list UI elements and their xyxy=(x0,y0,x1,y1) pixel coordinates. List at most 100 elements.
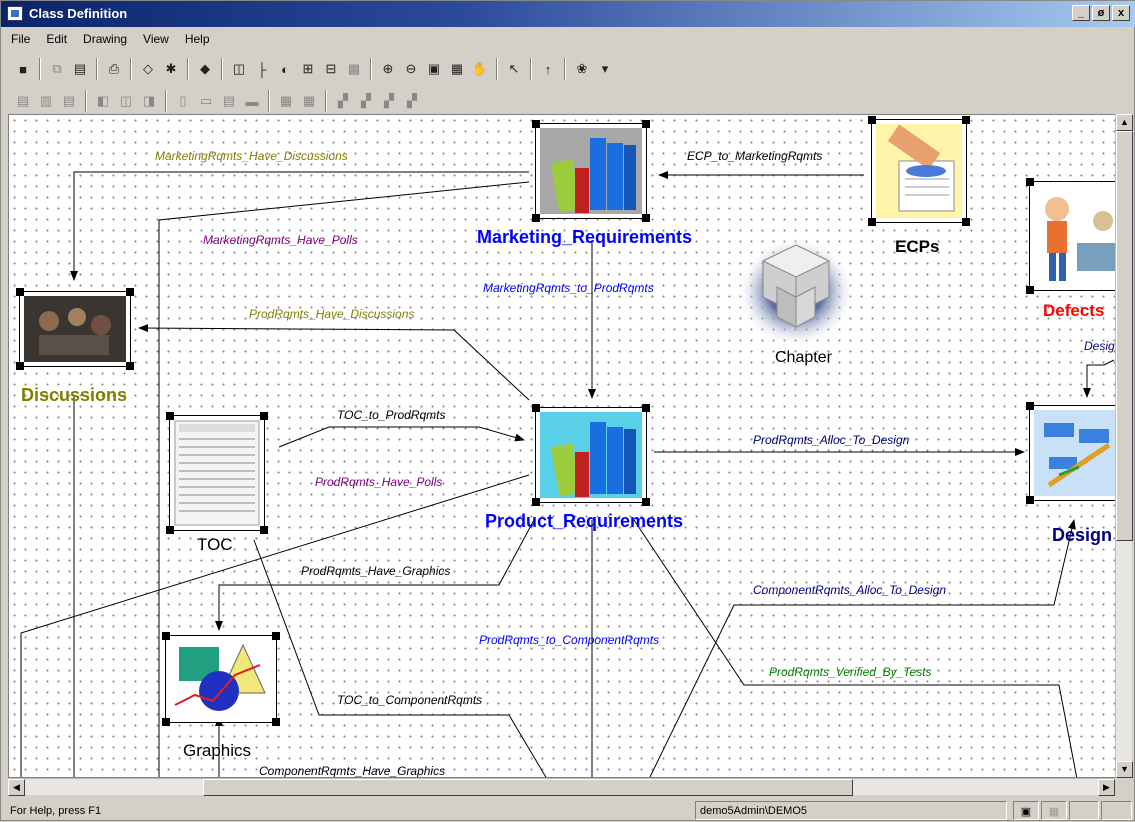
same-height-icon[interactable]: ▯ xyxy=(173,91,193,111)
menu-file[interactable]: File xyxy=(1,29,36,49)
document-stamp-icon xyxy=(870,118,968,224)
status-empty-pane xyxy=(1101,801,1132,820)
relation-label[interactable]: Desig xyxy=(1084,339,1115,353)
node-design[interactable] xyxy=(1026,402,1120,506)
properties-icon[interactable]: ◫ xyxy=(229,59,249,79)
star-icon[interactable]: ✱ xyxy=(161,59,181,79)
node-label-ecps: ECPs xyxy=(895,237,940,256)
status-bar: For Help, press F1 demo5Admin\DEMO5 ▣ ▦ xyxy=(1,799,1135,822)
node-chapter[interactable] xyxy=(737,237,855,352)
close-button[interactable]: x xyxy=(1112,5,1130,21)
horizontal-scrollbar[interactable]: ◀ ▶ xyxy=(8,778,1115,796)
tree-icon[interactable]: ├ xyxy=(252,59,272,79)
status-user: demo5Admin\DEMO5 xyxy=(695,801,1007,820)
blueprint-icon xyxy=(1028,404,1120,502)
layout2-icon[interactable]: ▞ xyxy=(356,91,376,111)
scroll-up-button[interactable]: ▲ xyxy=(1116,114,1133,131)
paste-icon[interactable]: ▤ xyxy=(70,59,90,79)
align-right-icon[interactable]: ◨ xyxy=(139,91,159,111)
menu-help[interactable]: Help xyxy=(175,29,216,49)
diagram-canvas[interactable]: Marketing_Requirements ECPs Defects Chap… xyxy=(8,114,1121,778)
space-icon[interactable]: ▬ xyxy=(242,91,262,111)
settings-icon[interactable]: ▩ xyxy=(344,59,364,79)
menu-view[interactable]: View xyxy=(133,29,175,49)
eraser-icon[interactable]: ◇ xyxy=(138,59,158,79)
align-toolbar: ▤ ▥ ▤ ◧ ◫ ◨ ▯ ▭ ▤ ▬ ▦ ▦ ▞ ▞ ▞ ▞ xyxy=(7,85,422,117)
status-help-text: For Help, press F1 xyxy=(10,805,102,817)
menu-drawing[interactable]: Drawing xyxy=(73,29,133,49)
book-icon[interactable]: ◆ xyxy=(195,59,215,79)
cube-stack-icon xyxy=(737,237,855,347)
node-label-toc: TOC xyxy=(197,535,233,554)
chevron-down-icon[interactable]: ▾ xyxy=(595,59,615,79)
layout1-icon[interactable]: ▞ xyxy=(333,91,353,111)
graphics-icon xyxy=(164,634,278,724)
menu-edit[interactable]: Edit xyxy=(36,29,73,49)
align-bottom-icon[interactable]: ▤ xyxy=(59,91,79,111)
relation-label[interactable]: TOC_to_ComponentRqmts xyxy=(337,693,482,707)
align-top-icon[interactable]: ▤ xyxy=(13,91,33,111)
binoculars-icon[interactable]: ◐ xyxy=(275,59,295,79)
node-graphics[interactable] xyxy=(162,632,280,728)
main-toolbar: ■ ⧉ ▤ ⎙ ◇ ✱ ◆ ◫ ├ ◐ ⊞ ⊟ ▩ ⊕ ⊖ ▣ ▦ ✋ ↖ ↑ … xyxy=(7,53,615,85)
minimize-button[interactable]: _ xyxy=(1072,5,1090,21)
menu-bar: File Edit Drawing View Help xyxy=(1,29,1135,49)
relation-label[interactable]: MarketingRqmts_to_ProdRqmts xyxy=(483,281,654,295)
relation-label[interactable]: MarketingRqmts_Have_Polls xyxy=(203,233,358,247)
node-defects[interactable] xyxy=(1026,178,1120,296)
node-label-discussions: Discussions xyxy=(21,385,128,405)
hand-icon[interactable]: ✋ xyxy=(470,59,490,79)
relation-label[interactable]: ComponentRqmts_Have_Graphics xyxy=(259,764,445,777)
distribute-v-icon[interactable]: ▦ xyxy=(299,91,319,111)
zoom-out-icon[interactable]: ⊖ xyxy=(401,59,421,79)
relation-label[interactable]: ProdRqmts_Alloc_To_Design xyxy=(753,433,909,447)
node-discussions[interactable] xyxy=(16,288,134,372)
restore-button[interactable]: ø xyxy=(1092,5,1110,21)
collapse-icon[interactable]: ⊟ xyxy=(321,59,341,79)
save-icon[interactable]: ■ xyxy=(13,59,33,79)
same-size-icon[interactable]: ▤ xyxy=(219,91,239,111)
zoom-in-icon[interactable]: ⊕ xyxy=(378,59,398,79)
relation-label[interactable]: ProdRqmts_Verified_By_Tests xyxy=(769,665,932,679)
same-width-icon[interactable]: ▭ xyxy=(196,91,216,111)
window-title: Class Definition xyxy=(29,6,128,21)
color-palette-icon[interactable]: ❀ xyxy=(572,59,592,79)
node-label-design: Design xyxy=(1052,525,1113,545)
relation-label[interactable]: ProdRqmts_Have_Polls xyxy=(315,475,442,489)
app-icon xyxy=(7,6,23,21)
pointer-icon[interactable]: ↖ xyxy=(504,59,524,79)
layout3-icon[interactable]: ▞ xyxy=(379,91,399,111)
vertical-scroll-thumb[interactable] xyxy=(1116,131,1133,541)
expand-icon[interactable]: ⊞ xyxy=(298,59,318,79)
node-marketing-requirements[interactable] xyxy=(532,120,650,224)
relation-label[interactable]: ComponentRqmts_Alloc_To_Design xyxy=(753,583,946,597)
scroll-down-button[interactable]: ▼ xyxy=(1116,761,1133,778)
print-icon[interactable]: ⎙ xyxy=(104,59,124,79)
scroll-left-button[interactable]: ◀ xyxy=(8,779,25,796)
node-label-defects: Defects xyxy=(1043,301,1105,320)
relation-label[interactable]: ECP_to_MarketingRqmts xyxy=(687,149,822,163)
align-middle-icon[interactable]: ▥ xyxy=(36,91,56,111)
relation-label[interactable]: ProdRqmts_Have_Graphics xyxy=(301,564,450,578)
zoom-area-icon[interactable]: ▦ xyxy=(447,59,467,79)
scroll-right-button[interactable]: ▶ xyxy=(1098,779,1115,796)
relation-label[interactable]: TOC_to_ProdRqmts xyxy=(337,408,446,422)
relation-label[interactable]: MarketingRqmts_Have_Discussions xyxy=(155,149,348,163)
relation-label[interactable]: ProdRqmts_Have_Discussions xyxy=(249,307,414,321)
node-product-requirements[interactable] xyxy=(532,404,650,508)
arrow-up-icon[interactable]: ↑ xyxy=(538,59,558,79)
distribute-h-icon[interactable]: ▦ xyxy=(276,91,296,111)
vertical-scrollbar[interactable]: ▲ ▼ xyxy=(1115,114,1133,778)
app-window: Class Definition _ ø x File Edit Drawing… xyxy=(0,0,1135,821)
align-left-icon[interactable]: ◧ xyxy=(93,91,113,111)
zoom-fit-icon[interactable]: ▣ xyxy=(424,59,444,79)
node-toc[interactable] xyxy=(166,412,268,536)
title-bar[interactable]: Class Definition _ ø x xyxy=(1,1,1135,27)
align-center-icon[interactable]: ◫ xyxy=(116,91,136,111)
relation-label[interactable]: ProdRqmts_to_ComponentRqmts xyxy=(479,633,659,647)
copy-icon[interactable]: ⧉ xyxy=(47,59,67,79)
node-ecps[interactable] xyxy=(868,116,970,228)
layout4-icon[interactable]: ▞ xyxy=(402,91,422,111)
horizontal-scroll-thumb[interactable] xyxy=(203,779,853,796)
meeting-photo-icon xyxy=(18,290,132,368)
